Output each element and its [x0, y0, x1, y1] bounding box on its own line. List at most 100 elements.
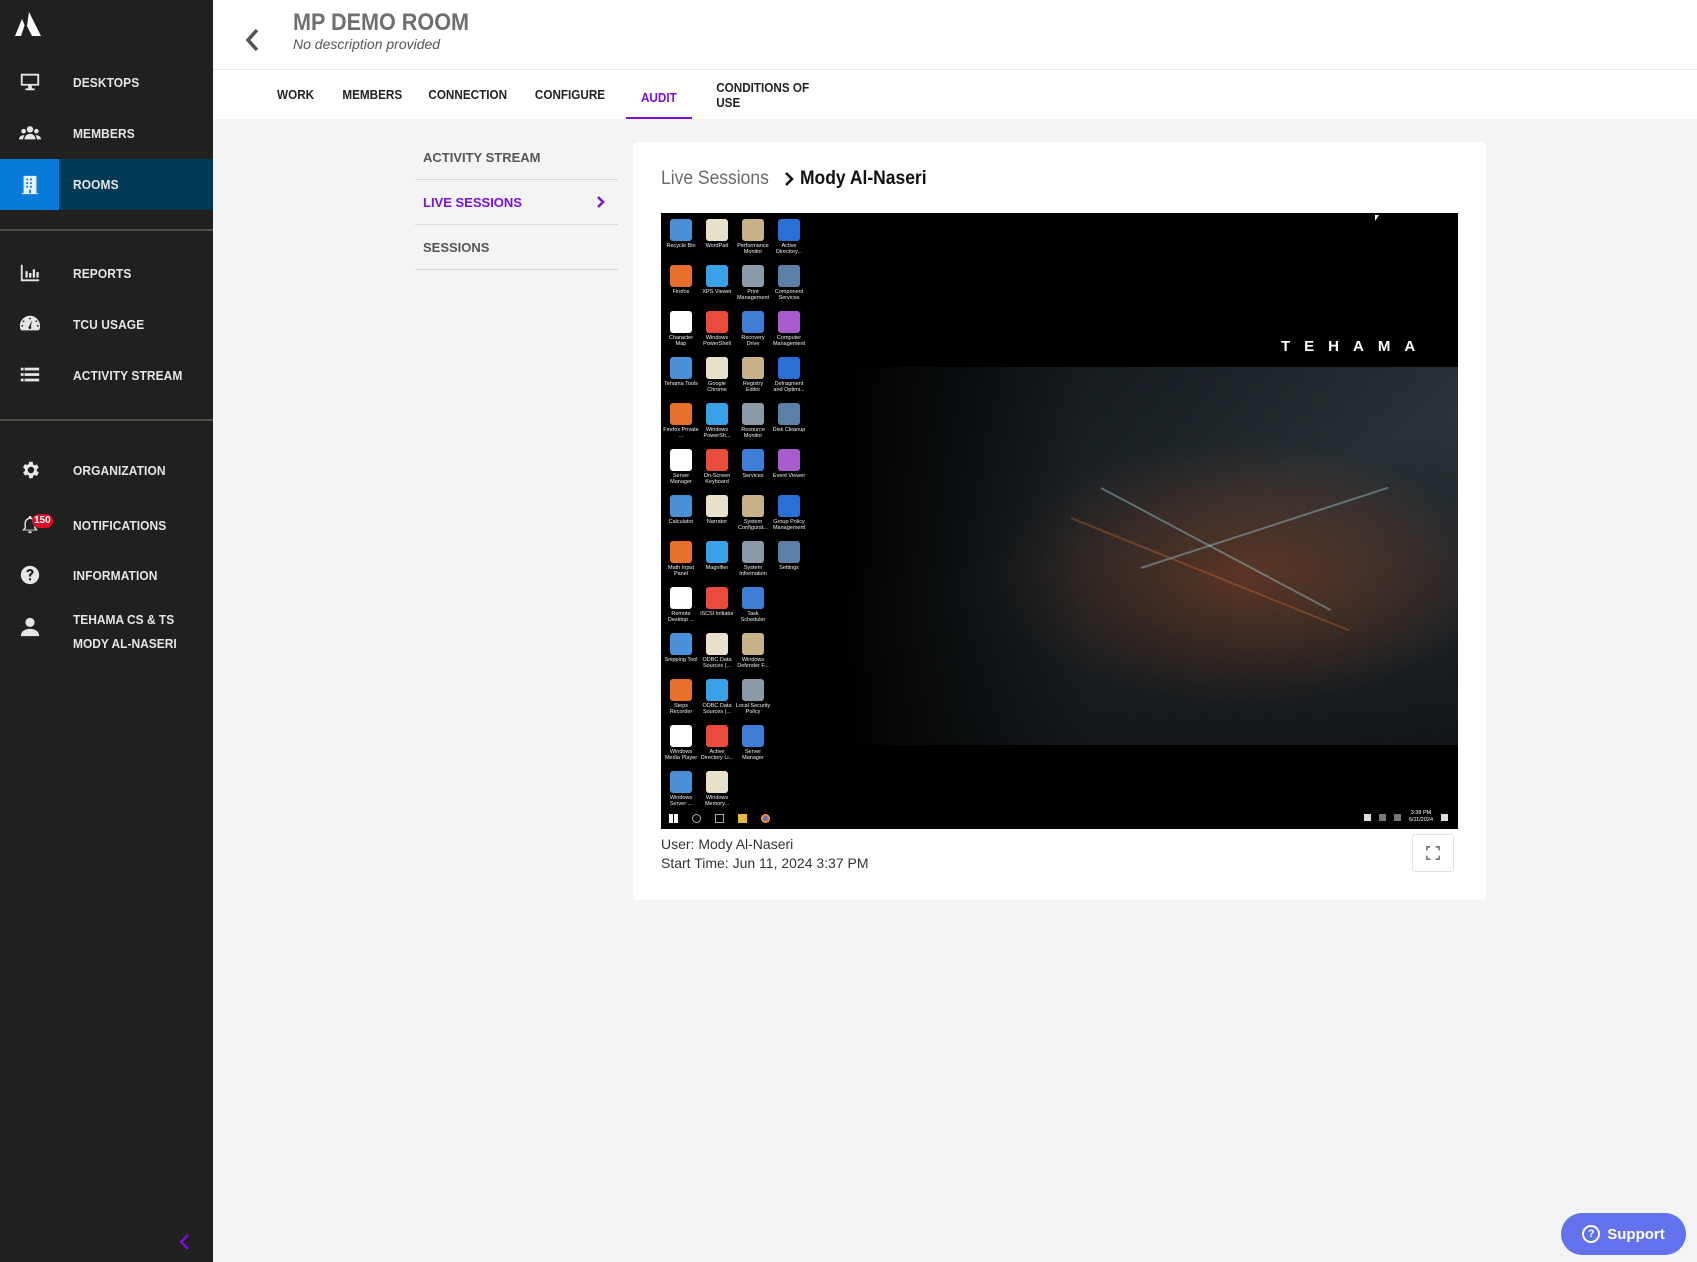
- desktop-icon[interactable]: Recycle Bin: [663, 215, 699, 261]
- app-icon: [742, 357, 764, 379]
- subnav-activity-stream[interactable]: ACTIVITY STREAM: [415, 135, 618, 180]
- desktop-icon[interactable]: Tehama Tools: [663, 353, 699, 399]
- sidebar-item-label: ROOMS: [73, 177, 119, 192]
- session-start-time: Start Time: Jun 11, 2024 3:37 PM: [661, 855, 869, 871]
- desktop-icon[interactable]: WordPad: [699, 215, 735, 261]
- desktop-icon[interactable]: Recovery Drive: [735, 307, 771, 353]
- desktop-icon[interactable]: Resource Monitor: [735, 399, 771, 445]
- sidebar-item-activity-stream[interactable]: ACTIVITY STREAM: [0, 350, 213, 400]
- tab-members[interactable]: MEMBERS: [341, 70, 403, 119]
- sidebar-item-label: ACTIVITY STREAM: [73, 367, 183, 383]
- app-icon: [742, 633, 764, 655]
- fullscreen-button[interactable]: [1412, 834, 1454, 872]
- subnav-live-sessions[interactable]: LIVE SESSIONS: [415, 180, 618, 225]
- desktop-icon[interactable]: Server Manager: [663, 445, 699, 491]
- breadcrumb-live-sessions[interactable]: Live Sessions: [661, 168, 769, 190]
- remote-taskbar: 3:38 PM 6/11/2024: [661, 807, 1458, 829]
- sidebar-item-desktops[interactable]: DESKTOPS: [0, 57, 213, 107]
- sidebar-item-members[interactable]: MEMBERS: [0, 108, 213, 158]
- desktop-icon[interactable]: Character Map: [663, 307, 699, 353]
- app-icon: [742, 403, 764, 425]
- desktop-icon[interactable]: ODBC Data Sources (...: [699, 629, 735, 675]
- desktop-icon[interactable]: Calculator: [663, 491, 699, 537]
- desktop-icon-label: Windows Media Player: [664, 749, 698, 761]
- desktop-icon[interactable]: Windows PowerShell: [699, 307, 735, 353]
- desktop-icon[interactable]: Defragment and Optimi...: [771, 353, 807, 399]
- users-icon: [0, 108, 59, 158]
- room-tabs: WORK MEMBERS CONNECTION CONFIGURE AUDIT …: [213, 70, 1697, 119]
- desktop-icon-label: Firefox Private ...: [663, 427, 699, 439]
- desktop-icon[interactable]: ODBC Data Sources (...: [699, 675, 735, 721]
- desktop-icon[interactable]: Steps Recorder: [663, 675, 699, 721]
- desktop-icon-label: Services: [742, 473, 764, 479]
- desktop-icon[interactable]: Server Manager: [735, 721, 771, 767]
- desktop-icon[interactable]: Windows PowerSh...: [699, 399, 735, 445]
- desktop-icon[interactable]: Disk Cleanup: [771, 399, 807, 445]
- tab-label: MEMBERS: [342, 87, 402, 102]
- desktop-icon[interactable]: Magnifier: [699, 537, 735, 583]
- desktop-icon-label: Resource Monitor: [741, 427, 765, 439]
- desktop-icon[interactable]: Active Directory...: [771, 215, 807, 261]
- app-icon: [706, 587, 728, 609]
- support-button[interactable]: ? Support: [1561, 1213, 1686, 1255]
- sidebar-item-organization[interactable]: ORGANIZATION: [0, 445, 213, 495]
- desktop-icon[interactable]: Event Viewer: [771, 445, 807, 491]
- desktop-icon[interactable]: Windows Defender F...: [735, 629, 771, 675]
- desktop-icon[interactable]: Services: [735, 445, 771, 491]
- desktop-icon[interactable]: Firefox: [663, 261, 699, 307]
- tab-connection[interactable]: CONNECTION: [428, 70, 508, 119]
- sidebar-item-rooms[interactable]: ROOMS: [0, 159, 213, 210]
- desktop-icon[interactable]: Active Directory Li...: [699, 721, 735, 767]
- collapse-sidebar-button[interactable]: [176, 1232, 192, 1252]
- desktop-icon[interactable]: Task Scheduler: [735, 583, 771, 629]
- desktop-icon[interactable]: Firefox Private ...: [663, 399, 699, 445]
- desktop-icon-label: Component Services: [774, 289, 804, 301]
- tab-configure[interactable]: CONFIGURE: [535, 70, 605, 119]
- desktop-icon[interactable]: Component Services: [771, 261, 807, 307]
- tab-label: CONFIGURE: [534, 87, 606, 102]
- desktop-icon-label: Task Scheduler: [740, 611, 766, 623]
- desktop-icon[interactable]: Computer Management: [771, 307, 807, 353]
- desktop-icon[interactable]: Narrator: [699, 491, 735, 537]
- desktop-icons: Recycle Bin WordPad Performance Monitor Act…: [663, 215, 807, 813]
- app-icon: [706, 633, 728, 655]
- desktop-icon[interactable]: Google Chrome: [699, 353, 735, 399]
- desktop-icon[interactable]: Math Input Panel: [663, 537, 699, 583]
- sidebar-item-notifications[interactable]: 150 NOTIFICATIONS: [0, 500, 213, 550]
- live-session-screen[interactable]: TEHAMA Recycle Bin WordPad Performance Mon…: [661, 213, 1458, 829]
- desktop-icon[interactable]: Settings: [771, 537, 807, 583]
- desktop-icon[interactable]: Print Management: [735, 261, 771, 307]
- sidebar-item-label: MEMBERS: [73, 125, 135, 141]
- sidebar-item-information[interactable]: INFORMATION: [0, 550, 213, 600]
- desktop-icon-label: XPS Viewer: [702, 289, 732, 295]
- tab-conditions-of-use[interactable]: CONDITIONS OF USE: [710, 70, 834, 119]
- sidebar-divider: [0, 229, 213, 231]
- desktop-icon[interactable]: System Configurat...: [735, 491, 771, 537]
- desktop-icon-label: Magnifier: [705, 565, 729, 571]
- desktop-icon[interactable]: Performance Monitor: [735, 215, 771, 261]
- sidebar-item-tcu-usage[interactable]: TCU USAGE: [0, 299, 213, 349]
- audit-subnav: ACTIVITY STREAM LIVE SESSIONS SESSIONS: [415, 135, 618, 270]
- desktop-icon[interactable]: Registry Editor: [735, 353, 771, 399]
- tab-audit[interactable]: AUDIT: [626, 70, 692, 119]
- sidebar-item-reports[interactable]: REPORTS: [0, 248, 213, 298]
- desktop-icon[interactable]: Local Security Policy: [735, 675, 771, 721]
- desktop-icon[interactable]: Snipping Tool: [663, 629, 699, 675]
- desktop-icon[interactable]: Remote Desktop ...: [663, 583, 699, 629]
- sidebar-item-user[interactable]: TEHAMA CS & TS MODY AL-NASERI: [0, 612, 213, 664]
- desktop-icon[interactable]: Group Policy Management: [771, 491, 807, 537]
- subnav-sessions[interactable]: SESSIONS: [415, 225, 618, 270]
- back-button[interactable]: [243, 26, 263, 54]
- support-label: Support: [1607, 1225, 1665, 1243]
- action-center-icon: [1441, 813, 1448, 821]
- tab-work[interactable]: WORK: [275, 70, 317, 119]
- desktop-icon[interactable]: On-Screen Keyboard: [699, 445, 735, 491]
- desktop-icon-label: Windows Defender F...: [737, 657, 769, 669]
- desktop-icon[interactable]: XPS Viewer: [699, 261, 735, 307]
- desktop-icon[interactable]: System Information: [735, 537, 771, 583]
- tehama-logo-icon[interactable]: [12, 10, 42, 38]
- desktop-icon[interactable]: iSCSI Initiator: [699, 583, 735, 629]
- tab-label: WORK: [277, 87, 315, 102]
- desktop-icon[interactable]: Windows Media Player: [663, 721, 699, 767]
- desktop-icon-label: Computer Management: [772, 335, 806, 347]
